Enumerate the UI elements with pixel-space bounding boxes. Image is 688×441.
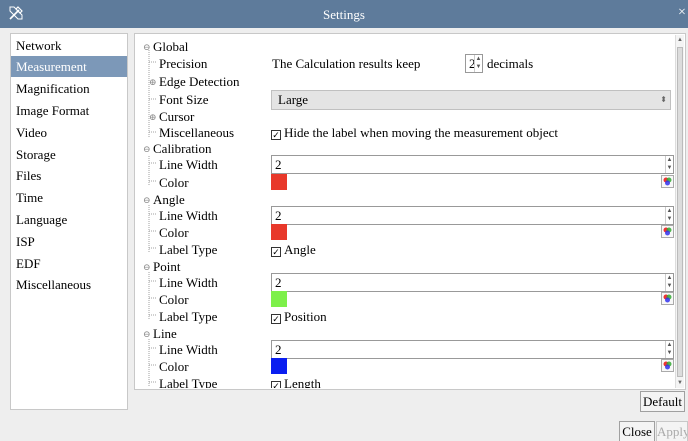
item-label: Line Width bbox=[159, 342, 218, 357]
window-close-icon[interactable]: × bbox=[678, 6, 688, 20]
line-label-checkbox[interactable]: ✓ Length bbox=[271, 375, 321, 388]
close-button[interactable]: Close bbox=[619, 421, 655, 441]
checkbox-checked-icon[interactable]: ✓ bbox=[271, 130, 281, 140]
sidebar-item-magnification[interactable]: Magnification bbox=[11, 78, 127, 99]
point-label-checkbox[interactable]: ✓ Position bbox=[271, 308, 327, 326]
item-label: Precision bbox=[159, 56, 208, 71]
scroll-up-icon[interactable]: ▲ bbox=[676, 35, 684, 45]
tree-item-point-line-width: Line Width 2 ▲ ▼ bbox=[135, 273, 674, 292]
precision-suffix: decimals bbox=[487, 56, 534, 71]
sidebar-item-isp[interactable]: ISP bbox=[11, 231, 127, 252]
sidebar-item-storage[interactable]: Storage bbox=[11, 144, 127, 165]
tree-item-precision: Precision The Calculation results keep 2… bbox=[135, 54, 673, 73]
item-label: Color bbox=[159, 359, 189, 374]
title-bar: Settings × bbox=[0, 0, 688, 28]
spin-arrows-icon[interactable]: ▲ ▼ bbox=[665, 207, 673, 224]
spinbox-value: 2 bbox=[275, 157, 282, 172]
item-label: Line Width bbox=[159, 275, 218, 290]
apply-button[interactable]: Apply bbox=[656, 421, 688, 441]
point-color-swatch[interactable] bbox=[271, 291, 287, 307]
angle-color-swatch[interactable] bbox=[271, 224, 287, 240]
tree-item-angle-label-type: Label Type ✓ Angle bbox=[135, 241, 673, 259]
tree-item-line-color: Color bbox=[135, 358, 674, 376]
sidebar-item-language[interactable]: Language bbox=[11, 209, 127, 230]
sidebar-item-image-format[interactable]: Image Format bbox=[11, 100, 127, 121]
item-label: Color bbox=[159, 225, 189, 240]
color-palette-icon[interactable] bbox=[661, 175, 674, 188]
line-line-width-spinbox[interactable]: 2 ▲ ▼ bbox=[271, 340, 674, 359]
sidebar-item-miscellaneous[interactable]: Miscellaneous bbox=[11, 274, 127, 295]
select-value: Large bbox=[278, 92, 309, 107]
spinbox-value: 2 bbox=[275, 208, 282, 223]
color-palette-icon[interactable] bbox=[661, 292, 674, 305]
group-label: Global bbox=[153, 39, 189, 54]
checkbox-label: Angle bbox=[284, 242, 316, 257]
angle-line-width-spinbox[interactable]: 2 ▲ ▼ bbox=[271, 206, 674, 225]
checkbox-checked-icon[interactable]: ✓ bbox=[271, 314, 281, 324]
tree-item-edge-detection[interactable]: ⊕ Edge Detection bbox=[135, 73, 673, 91]
font-size-select[interactable]: Large ⬍ bbox=[271, 90, 671, 110]
point-line-width-spinbox[interactable]: 2 ▲ ▼ bbox=[271, 273, 674, 292]
settings-sidebar: Network Measurement Magnification Image … bbox=[10, 33, 128, 410]
item-label: Line Width bbox=[159, 208, 218, 223]
sidebar-item-time[interactable]: Time bbox=[11, 187, 127, 208]
item-label: Color bbox=[159, 175, 189, 190]
tree-item-line-label-type: Label Type ✓ Length bbox=[135, 375, 673, 388]
tree-item-calibration-line-width: Line Width 2 ▲ ▼ bbox=[135, 155, 674, 174]
dropdown-arrow-icon: ⬍ bbox=[660, 95, 667, 104]
item-label: Label Type bbox=[159, 242, 218, 257]
scroll-down-icon[interactable]: ▼ bbox=[676, 378, 684, 388]
item-label: Edge Detection bbox=[159, 74, 240, 89]
spin-arrows-icon[interactable]: ▲ ▼ bbox=[665, 341, 673, 358]
sidebar-item-video[interactable]: Video bbox=[11, 122, 127, 143]
sidebar-item-edf[interactable]: EDF bbox=[11, 253, 127, 274]
checkbox-checked-icon[interactable]: ✓ bbox=[271, 381, 281, 388]
tree-item-angle-line-width: Line Width 2 ▲ ▼ bbox=[135, 206, 674, 225]
item-label: Font Size bbox=[159, 92, 209, 107]
scrollbar-thumb[interactable] bbox=[677, 47, 683, 377]
tree-item-point-label-type: Label Type ✓ Position bbox=[135, 308, 673, 326]
tree-item-calibration-color: Color bbox=[135, 174, 674, 192]
spin-arrows-icon[interactable]: ▲ ▼ bbox=[474, 55, 482, 72]
item-label: Label Type bbox=[159, 309, 218, 324]
tree-item-line-line-width: Line Width 2 ▲ ▼ bbox=[135, 340, 674, 359]
item-label: Color bbox=[159, 292, 189, 307]
checkbox-label: Position bbox=[284, 309, 327, 324]
checkbox-label: Length bbox=[284, 376, 321, 388]
color-palette-icon[interactable] bbox=[661, 225, 674, 238]
item-label: Line Width bbox=[159, 157, 218, 172]
sidebar-item-measurement[interactable]: Measurement bbox=[11, 56, 127, 77]
settings-tree-panel: ⊖ Global Precision The Calculation resul… bbox=[134, 33, 686, 390]
collapse-icon[interactable]: ⊖ bbox=[143, 38, 151, 56]
tree-item-point-color: Color bbox=[135, 291, 674, 309]
item-label: Label Type bbox=[159, 376, 218, 388]
sidebar-item-network[interactable]: Network bbox=[11, 35, 127, 56]
calibration-color-swatch[interactable] bbox=[271, 174, 287, 190]
spin-arrows-icon[interactable]: ▲ ▼ bbox=[665, 156, 673, 173]
tree-scrollbar[interactable]: ▲ ▼ bbox=[675, 35, 684, 388]
window-title: Settings bbox=[323, 7, 365, 22]
sidebar-item-files[interactable]: Files bbox=[11, 165, 127, 186]
calibration-line-width-spinbox[interactable]: 2 ▲ ▼ bbox=[271, 155, 674, 174]
tree-group-global[interactable]: ⊖ Global bbox=[135, 38, 673, 56]
tree-item-font-size: Font Size Large ⬍ bbox=[135, 90, 673, 110]
checkbox-checked-icon[interactable]: ✓ bbox=[271, 247, 281, 257]
color-palette-icon[interactable] bbox=[661, 359, 674, 372]
precision-description: The Calculation results keep bbox=[272, 56, 421, 71]
spinbox-value: 2 bbox=[275, 342, 282, 357]
spinbox-value: 2 bbox=[275, 275, 282, 290]
spin-arrows-icon[interactable]: ▲ ▼ bbox=[665, 274, 673, 291]
angle-label-checkbox[interactable]: ✓ Angle bbox=[271, 241, 316, 259]
precision-spinbox[interactable]: 2 ▲ ▼ bbox=[465, 54, 483, 73]
tree-item-angle-color: Color bbox=[135, 224, 674, 242]
default-button[interactable]: Default bbox=[640, 391, 685, 412]
line-color-swatch[interactable] bbox=[271, 358, 287, 374]
checkbox-label: Hide the label when moving the measureme… bbox=[284, 125, 558, 140]
expand-icon[interactable]: ⊕ bbox=[149, 73, 157, 91]
